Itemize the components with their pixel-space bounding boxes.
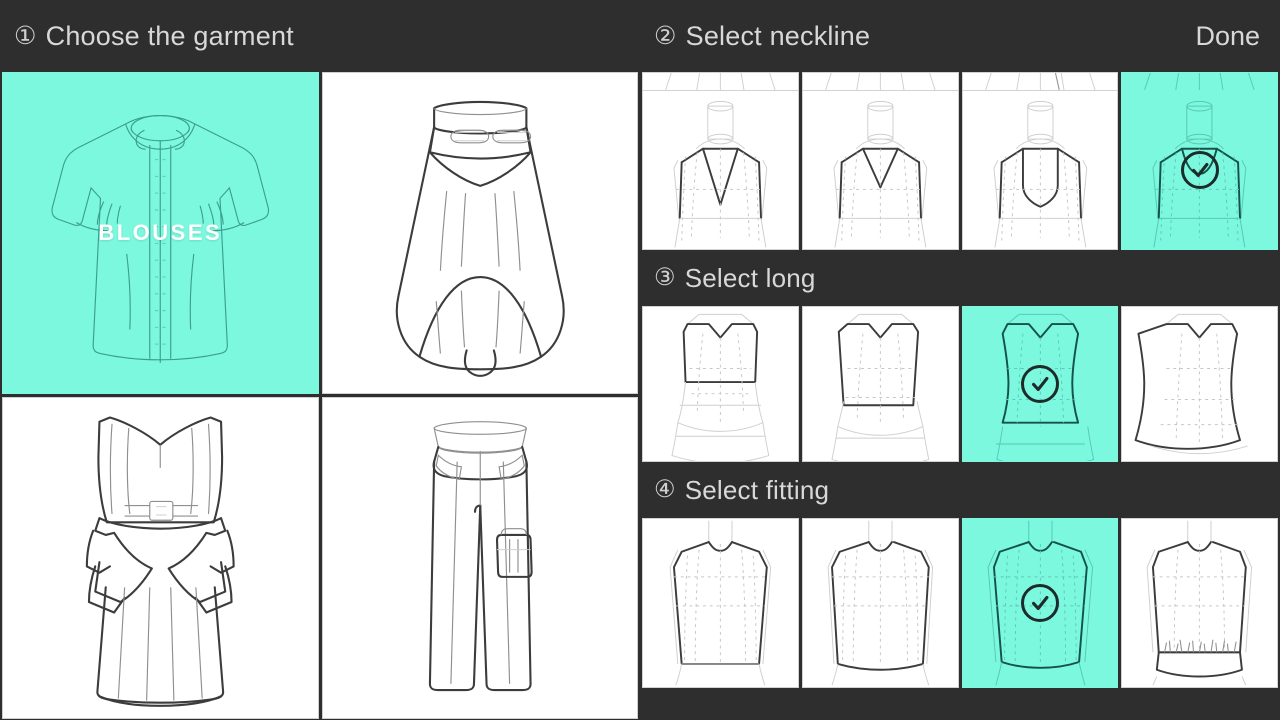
garment-selection-panel: ① Choose the garment BLOUSES <box>0 0 640 720</box>
step-number-4: ④ <box>654 476 676 503</box>
boxy-fit-sketch-icon <box>987 520 1093 686</box>
length-option-hip-length[interactable] <box>1121 306 1278 462</box>
neckline-options-row[interactable] <box>640 90 1280 250</box>
length-option-short-length[interactable] <box>801 306 959 462</box>
fitting-section-header: ④ Select fitting <box>640 462 1280 518</box>
length-options-row[interactable] <box>640 306 1280 462</box>
left-panel-title-text: Choose the garment <box>45 20 294 51</box>
straight-fit-sketch-icon <box>669 520 772 686</box>
neckline-peek-sketch-icon <box>1144 73 1255 90</box>
left-panel-header: ① Choose the garment <box>0 0 640 72</box>
neckline-peek-sketch-icon <box>984 73 1096 90</box>
sweetheart-neckline-sketch-icon <box>992 100 1087 248</box>
garment-tile-skirt[interactable] <box>321 72 638 394</box>
fitting-option-boxy-fit[interactable] <box>961 518 1119 688</box>
hip-bodice-sketch-icon <box>1134 313 1249 455</box>
done-button[interactable]: Done <box>1189 19 1266 54</box>
neckline-row-previous-peek[interactable] <box>640 72 1280 90</box>
step-number-1: ① <box>14 21 37 50</box>
fitting-option-relaxed-fit[interactable] <box>801 518 959 688</box>
high-low-skirt-sketch-icon <box>395 100 565 377</box>
garment-grid[interactable]: BLOUSES <box>0 72 640 720</box>
step-number-3: ③ <box>654 264 676 291</box>
cropped-bodice-sketch-icon <box>671 313 770 461</box>
garment-tile-pants[interactable] <box>321 397 638 719</box>
length-title-text: Select long <box>684 262 816 293</box>
gathered-hem-sketch-icon <box>1146 520 1253 686</box>
waist-bodice-sketch-icon <box>995 313 1094 461</box>
fitting-options-row[interactable] <box>640 518 1280 688</box>
garment-tile-dress[interactable] <box>2 397 319 719</box>
relaxed-fit-sketch-icon <box>827 520 933 686</box>
neckline-peek-option-3[interactable] <box>961 72 1119 90</box>
neckline-section-header: ② Select neckline Done <box>640 0 1280 72</box>
neckline-peek-sketch-icon <box>665 73 776 90</box>
cargo-pants-sketch-icon <box>428 421 533 692</box>
strapless-dress-sketch-icon <box>85 416 235 707</box>
left-panel-title: ① Choose the garment <box>14 21 294 52</box>
neckline-peek-sketch-icon <box>824 73 936 90</box>
neckline-title-text: Select neckline <box>685 20 871 51</box>
length-section-header: ③ Select long <box>640 250 1280 306</box>
length-option-waist-length[interactable] <box>961 306 1119 462</box>
shallow-v-neckline-sketch-icon <box>833 100 928 248</box>
scoop-neckline-sketch-icon <box>1152 100 1247 248</box>
neckline-peek-option-4[interactable] <box>1121 72 1278 90</box>
length-section-title: ③ Select long <box>654 263 816 294</box>
short-bodice-sketch-icon <box>831 313 930 461</box>
step-number-2: ② <box>654 21 677 50</box>
blouse-sketch-icon <box>51 115 270 363</box>
deep-v-neckline-sketch-icon <box>673 100 768 248</box>
neckline-option-deep-v-neck[interactable] <box>642 90 799 250</box>
garment-designer-app: ① Choose the garment BLOUSES ② Select ne… <box>0 0 1280 720</box>
fitting-option-straight-fit[interactable] <box>642 518 799 688</box>
garment-tile-blouse[interactable]: BLOUSES <box>2 72 319 394</box>
options-panel: ② Select neckline Done ③ Select long ④ S… <box>640 0 1280 720</box>
neckline-option-sweetheart-neck[interactable] <box>961 90 1119 250</box>
fitting-section-title: ④ Select fitting <box>654 475 829 506</box>
neckline-peek-option-2[interactable] <box>801 72 959 90</box>
length-option-cropped-length[interactable] <box>642 306 799 462</box>
neckline-section-title: ② Select neckline <box>654 21 870 52</box>
neckline-peek-option-1[interactable] <box>642 72 799 90</box>
fitting-option-gathered-hem[interactable] <box>1121 518 1278 688</box>
neckline-option-scoop-neck[interactable] <box>1121 90 1278 250</box>
neckline-option-shallow-v-neck[interactable] <box>801 90 959 250</box>
fitting-title-text: Select fitting <box>684 474 830 505</box>
